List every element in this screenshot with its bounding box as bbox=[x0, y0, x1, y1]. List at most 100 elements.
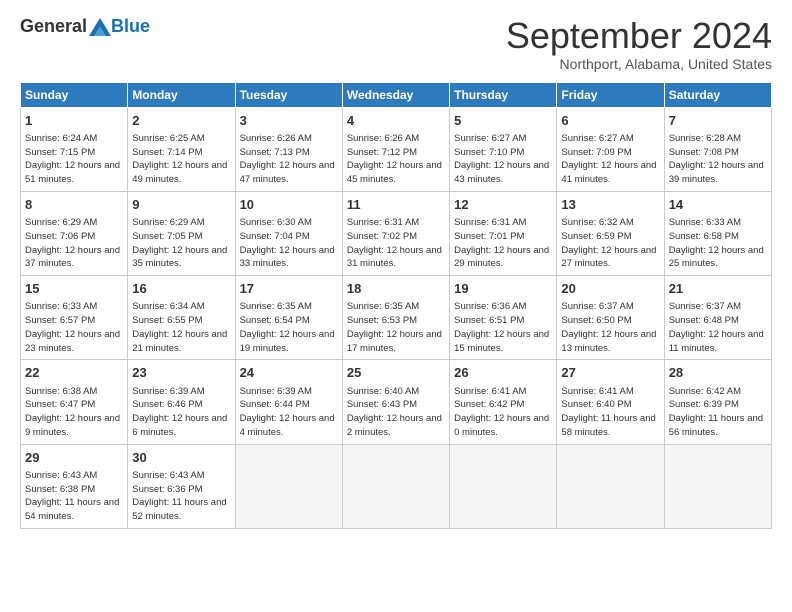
calendar-cell bbox=[664, 444, 771, 528]
day-info: Sunrise: 6:37 AM Sunset: 6:50 PM Dayligh… bbox=[561, 300, 659, 355]
day-info: Sunrise: 6:27 AM Sunset: 7:09 PM Dayligh… bbox=[561, 132, 659, 187]
page: General Blue September 2024 Northport, A… bbox=[0, 0, 792, 539]
week-row-5: 29Sunrise: 6:43 AM Sunset: 6:38 PM Dayli… bbox=[21, 444, 772, 528]
col-saturday: Saturday bbox=[664, 82, 771, 107]
day-number: 17 bbox=[240, 280, 338, 298]
calendar-cell: 15 Sunrise: 6:33 AM Sunset: 6:57 PM Dayli… bbox=[21, 276, 128, 360]
day-number: 16 bbox=[132, 280, 230, 298]
day-info: Sunrise: 6:32 AM Sunset: 6:59 PM Dayligh… bbox=[561, 216, 659, 271]
calendar-cell: 27 Sunrise: 6:41 AM Sunset: 6:40 PM Dayli… bbox=[557, 360, 664, 444]
day-info: Sunrise: 6:31 AM Sunset: 7:02 PM Dayligh… bbox=[347, 216, 445, 271]
day-number: 10 bbox=[240, 196, 338, 214]
day-info: Sunrise: 6:24 AM Sunset: 7:15 PM Dayligh… bbox=[25, 132, 123, 187]
logo-icon bbox=[89, 18, 111, 36]
calendar-cell: 22 Sunrise: 6:38 AM Sunset: 6:47 PM Dayli… bbox=[21, 360, 128, 444]
calendar-cell: 14 Sunrise: 6:33 AM Sunset: 6:58 PM Dayli… bbox=[664, 191, 771, 275]
day-info: Sunrise: 6:35 AM Sunset: 6:53 PM Dayligh… bbox=[347, 300, 445, 355]
day-info: Sunrise: 6:36 AM Sunset: 6:51 PM Dayligh… bbox=[454, 300, 552, 355]
calendar-cell: 5 Sunrise: 6:27 AM Sunset: 7:10 PM Daylig… bbox=[450, 107, 557, 191]
calendar-cell: 11 Sunrise: 6:31 AM Sunset: 7:02 PM Dayli… bbox=[342, 191, 449, 275]
col-wednesday: Wednesday bbox=[342, 82, 449, 107]
day-info: Sunrise: 6:39 AM Sunset: 6:46 PM Dayligh… bbox=[132, 385, 230, 440]
calendar-cell: 10 Sunrise: 6:30 AM Sunset: 7:04 PM Dayli… bbox=[235, 191, 342, 275]
day-number: 22 bbox=[25, 364, 123, 382]
day-info: Sunrise: 6:43 AM Sunset: 6:36 PM Dayligh… bbox=[132, 469, 230, 524]
day-number: 8 bbox=[25, 196, 123, 214]
calendar-cell: 1Sunrise: 6:24 AM Sunset: 7:15 PM Daylig… bbox=[21, 107, 128, 191]
calendar-cell: 2Sunrise: 6:25 AM Sunset: 7:14 PM Daylig… bbox=[128, 107, 235, 191]
day-number: 29 bbox=[25, 449, 123, 467]
logo-text: General Blue bbox=[20, 16, 150, 37]
title-section: September 2024 Northport, Alabama, Unite… bbox=[506, 16, 772, 72]
col-tuesday: Tuesday bbox=[235, 82, 342, 107]
day-info: Sunrise: 6:38 AM Sunset: 6:47 PM Dayligh… bbox=[25, 385, 123, 440]
week-row-1: 1Sunrise: 6:24 AM Sunset: 7:15 PM Daylig… bbox=[21, 107, 772, 191]
day-number: 28 bbox=[669, 364, 767, 382]
day-number: 7 bbox=[669, 112, 767, 130]
day-info: Sunrise: 6:30 AM Sunset: 7:04 PM Dayligh… bbox=[240, 216, 338, 271]
day-info: Sunrise: 6:39 AM Sunset: 6:44 PM Dayligh… bbox=[240, 385, 338, 440]
col-thursday: Thursday bbox=[450, 82, 557, 107]
calendar-cell: 25Sunrise: 6:40 AM Sunset: 6:43 PM Dayli… bbox=[342, 360, 449, 444]
logo-general: General bbox=[20, 16, 87, 37]
day-number: 26 bbox=[454, 364, 552, 382]
calendar-cell: 19 Sunrise: 6:36 AM Sunset: 6:51 PM Dayli… bbox=[450, 276, 557, 360]
location-subtitle: Northport, Alabama, United States bbox=[506, 56, 772, 72]
calendar-cell: 4 Sunrise: 6:26 AM Sunset: 7:12 PM Daylig… bbox=[342, 107, 449, 191]
logo-blue: Blue bbox=[111, 16, 150, 37]
day-number: 5 bbox=[454, 112, 552, 130]
month-title: September 2024 bbox=[506, 16, 772, 56]
calendar-header: Sunday Monday Tuesday Wednesday Thursday… bbox=[21, 82, 772, 107]
week-row-3: 15 Sunrise: 6:33 AM Sunset: 6:57 PM Dayli… bbox=[21, 276, 772, 360]
calendar-cell: 28 Sunrise: 6:42 AM Sunset: 6:39 PM Dayli… bbox=[664, 360, 771, 444]
day-number: 13 bbox=[561, 196, 659, 214]
calendar-cell: 12 Sunrise: 6:31 AM Sunset: 7:01 PM Dayli… bbox=[450, 191, 557, 275]
calendar-cell bbox=[235, 444, 342, 528]
day-number: 18 bbox=[347, 280, 445, 298]
day-number: 3 bbox=[240, 112, 338, 130]
calendar-cell: 8 Sunrise: 6:29 AM Sunset: 7:06 PM Daylig… bbox=[21, 191, 128, 275]
calendar-cell: 24 Sunrise: 6:39 AM Sunset: 6:44 PM Dayli… bbox=[235, 360, 342, 444]
calendar-cell: 3 Sunrise: 6:26 AM Sunset: 7:13 PM Daylig… bbox=[235, 107, 342, 191]
day-info: Sunrise: 6:41 AM Sunset: 6:40 PM Dayligh… bbox=[561, 385, 659, 440]
day-number: 12 bbox=[454, 196, 552, 214]
calendar-cell bbox=[557, 444, 664, 528]
calendar-cell: 18 Sunrise: 6:35 AM Sunset: 6:53 PM Dayli… bbox=[342, 276, 449, 360]
day-info: Sunrise: 6:26 AM Sunset: 7:12 PM Dayligh… bbox=[347, 132, 445, 187]
day-number: 15 bbox=[25, 280, 123, 298]
day-info: Sunrise: 6:28 AM Sunset: 7:08 PM Dayligh… bbox=[669, 132, 767, 187]
col-sunday: Sunday bbox=[21, 82, 128, 107]
calendar-cell: 20 Sunrise: 6:37 AM Sunset: 6:50 PM Dayli… bbox=[557, 276, 664, 360]
day-info: Sunrise: 6:29 AM Sunset: 7:06 PM Dayligh… bbox=[25, 216, 123, 271]
day-number: 25 bbox=[347, 364, 445, 382]
day-number: 24 bbox=[240, 364, 338, 382]
day-number: 27 bbox=[561, 364, 659, 382]
week-row-4: 22 Sunrise: 6:38 AM Sunset: 6:47 PM Dayli… bbox=[21, 360, 772, 444]
day-info: Sunrise: 6:31 AM Sunset: 7:01 PM Dayligh… bbox=[454, 216, 552, 271]
day-info: Sunrise: 6:33 AM Sunset: 6:57 PM Dayligh… bbox=[25, 300, 123, 355]
day-number: 9 bbox=[132, 196, 230, 214]
week-row-2: 8 Sunrise: 6:29 AM Sunset: 7:06 PM Daylig… bbox=[21, 191, 772, 275]
day-number: 23 bbox=[132, 364, 230, 382]
calendar-cell: 23 Sunrise: 6:39 AM Sunset: 6:46 PM Dayli… bbox=[128, 360, 235, 444]
calendar-cell: 17Sunrise: 6:35 AM Sunset: 6:54 PM Dayli… bbox=[235, 276, 342, 360]
day-info: Sunrise: 6:37 AM Sunset: 6:48 PM Dayligh… bbox=[669, 300, 767, 355]
calendar-cell: 7 Sunrise: 6:28 AM Sunset: 7:08 PM Daylig… bbox=[664, 107, 771, 191]
day-info: Sunrise: 6:26 AM Sunset: 7:13 PM Dayligh… bbox=[240, 132, 338, 187]
day-number: 6 bbox=[561, 112, 659, 130]
day-info: Sunrise: 6:27 AM Sunset: 7:10 PM Dayligh… bbox=[454, 132, 552, 187]
day-number: 4 bbox=[347, 112, 445, 130]
day-info: Sunrise: 6:34 AM Sunset: 6:55 PM Dayligh… bbox=[132, 300, 230, 355]
day-info: Sunrise: 6:33 AM Sunset: 6:58 PM Dayligh… bbox=[669, 216, 767, 271]
day-number: 21 bbox=[669, 280, 767, 298]
day-number: 14 bbox=[669, 196, 767, 214]
day-number: 11 bbox=[347, 196, 445, 214]
day-number: 19 bbox=[454, 280, 552, 298]
day-number: 30 bbox=[132, 449, 230, 467]
calendar-cell bbox=[342, 444, 449, 528]
col-monday: Monday bbox=[128, 82, 235, 107]
day-number: 20 bbox=[561, 280, 659, 298]
calendar-cell: 29Sunrise: 6:43 AM Sunset: 6:38 PM Dayli… bbox=[21, 444, 128, 528]
day-info: Sunrise: 6:42 AM Sunset: 6:39 PM Dayligh… bbox=[669, 385, 767, 440]
calendar-cell: 30 Sunrise: 6:43 AM Sunset: 6:36 PM Dayli… bbox=[128, 444, 235, 528]
